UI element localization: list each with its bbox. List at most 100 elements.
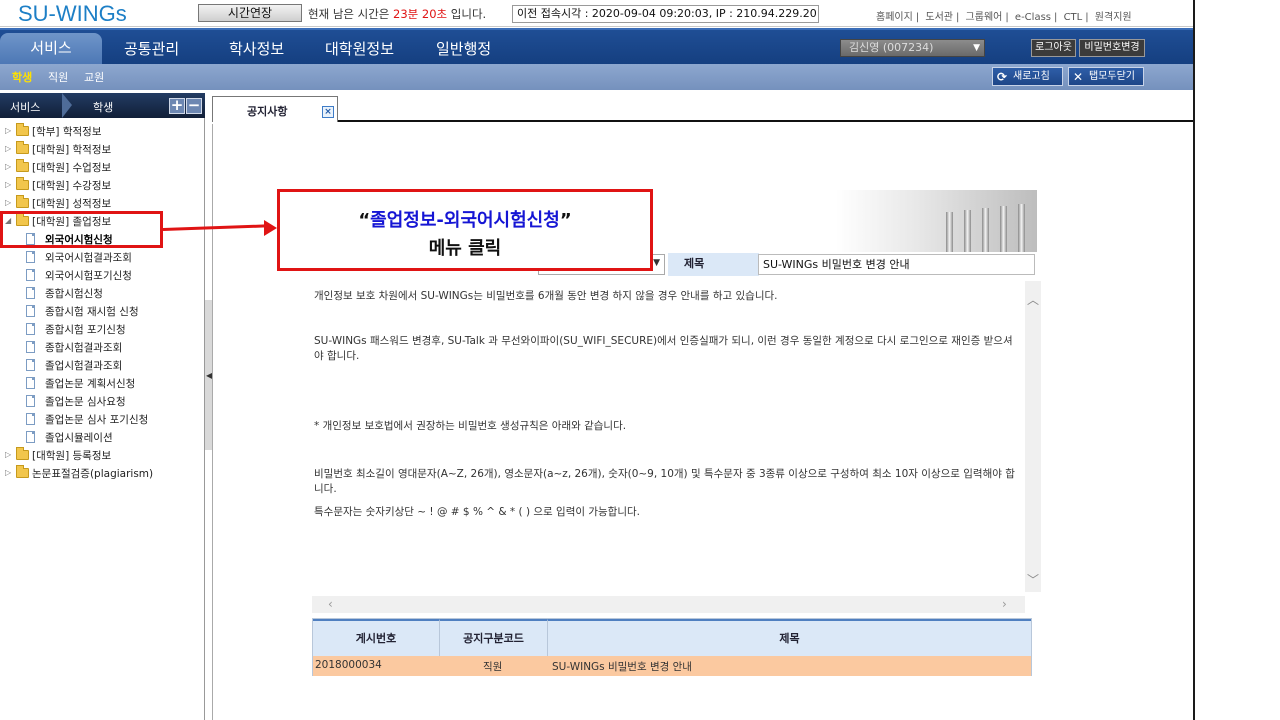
refresh-button[interactable]: ⟳ 새로고침 — [992, 67, 1063, 86]
last-login-info: 이전 접속시각 : 2020-09-04 09:20:03, IP : 210.… — [512, 5, 819, 23]
link-eclass[interactable]: e-Class — [1015, 12, 1051, 23]
breadcrumb-student: 학생 — [93, 101, 114, 114]
tab-strip: 공지사항 × — [212, 93, 1193, 122]
title-label: 제목 — [668, 253, 759, 276]
callout-highlight: 졸업정보-외국어시험신청 — [370, 210, 560, 231]
menu-item-label: 종합시험신청 — [45, 288, 103, 300]
scroll-up-icon[interactable]: ︿ — [1027, 291, 1039, 308]
sub-nav: 학생 직원 교원 ⟳ 새로고침 ✕ 탭모두닫기 — [0, 64, 1193, 90]
document-icon — [26, 269, 35, 281]
document-icon — [26, 359, 35, 371]
expand-arrow-icon[interactable]: ▷ — [5, 126, 11, 135]
top-links: 홈페이지 | 도서관 | 그룹웨어 | e-Class | CTL | 원격지원 — [876, 8, 1135, 23]
nav-tab-service[interactable]: 서비스 — [0, 33, 102, 66]
menu-item-label: 외국어시험포기신청 — [45, 270, 132, 282]
document-icon — [26, 431, 35, 443]
horizontal-scrollbar[interactable]: ‹ › — [312, 596, 1025, 613]
user-select[interactable]: 김신영 (007234) ▼ — [840, 39, 985, 57]
expand-arrow-icon[interactable]: ▷ — [5, 180, 11, 189]
scroll-down-icon[interactable]: ﹀ — [1027, 571, 1039, 588]
callout-line-1: “졸업정보-외국어시험신청” — [280, 206, 650, 232]
grid-header-title[interactable]: 제목 — [548, 619, 1031, 656]
callout-quote-close: ” — [559, 210, 572, 231]
nav-tab-admin[interactable]: 일반행정 — [436, 38, 491, 59]
menu-item-label: 졸업시뮬레이션 — [45, 432, 113, 444]
refresh-label: 새로고침 — [1013, 71, 1050, 82]
building-banner-image — [836, 190, 1037, 252]
notice-paragraph: SU-WINGs 패스워드 변경후, SU-Talk 과 무선와이파이(SU_W… — [314, 335, 1013, 362]
grid-cell-category: 직원 — [483, 661, 503, 673]
document-icon — [26, 323, 35, 335]
callout-line-2: 메뉴 클릭 — [428, 238, 502, 259]
tab-notice-label: 공지사항 — [247, 105, 288, 118]
notice-paragraph: 개인정보 보호 차원에서 SU-WINGs는 비밀번호를 6개월 동안 변경 하… — [314, 290, 778, 302]
link-homepage[interactable]: 홈페이지 — [876, 12, 913, 23]
link-ctl[interactable]: CTL — [1064, 12, 1083, 23]
vertical-scrollbar[interactable]: ︿ ﹀ — [1025, 281, 1041, 592]
scroll-left-icon[interactable]: ‹ — [328, 597, 333, 611]
refresh-icon: ⟳ — [997, 70, 1008, 84]
banner-column — [982, 208, 989, 252]
folder-icon — [16, 465, 29, 478]
notice-paragraph: * 개인정보 보호법에서 권장하는 비밀번호 생성규칙은 아래와 같습니다. — [314, 420, 627, 432]
remaining-suffix: 입니다. — [447, 7, 487, 21]
expand-arrow-icon[interactable]: ▷ — [5, 450, 11, 459]
link-divider: | — [1085, 12, 1089, 23]
folder-icon — [16, 141, 29, 154]
menu-item-label: 졸업논문 심사요청 — [45, 396, 126, 408]
nav-tab-common[interactable]: 공통관리 — [124, 38, 179, 59]
close-icon: ✕ — [1073, 70, 1084, 84]
link-divider: | — [1005, 12, 1009, 23]
link-divider: | — [1054, 12, 1058, 23]
menu-item-label: [대학원] 성적정보 — [32, 198, 112, 210]
folder-icon — [16, 123, 29, 136]
menu-item-label: [학부] 학적정보 — [32, 126, 102, 138]
menu-item-label: [대학원] 수업정보 — [32, 162, 112, 174]
close-all-tabs-button[interactable]: ✕ 탭모두닫기 — [1068, 67, 1144, 86]
expand-arrow-icon[interactable]: ▷ — [5, 198, 11, 207]
link-library[interactable]: 도서관 — [925, 12, 953, 23]
grid-header-id[interactable]: 게시번호 — [313, 619, 440, 656]
folder-icon — [16, 447, 29, 460]
subnav-faculty[interactable]: 교원 — [84, 69, 104, 85]
close-all-label: 탭모두닫기 — [1089, 71, 1135, 82]
link-divider: | — [955, 12, 960, 23]
collapse-all-button[interactable]: − — [186, 98, 202, 114]
expand-all-button[interactable]: + — [169, 98, 185, 114]
expand-arrow-icon[interactable]: ▷ — [5, 162, 11, 171]
link-remote-support[interactable]: 원격지원 — [1095, 12, 1132, 23]
document-icon — [26, 305, 35, 317]
subnav-student[interactable]: 학생 — [12, 69, 32, 85]
notice-body: 개인정보 보호 차원에서 SU-WINGs는 비밀번호를 6개월 동안 변경 하… — [312, 281, 1024, 577]
subnav-staff[interactable]: 직원 — [48, 69, 68, 85]
menu-item-label: 졸업시험결과조회 — [45, 360, 123, 372]
menu-item-label: 논문표절검증(plagiarism) — [32, 468, 154, 480]
nav-tab-graduate[interactable]: 대학원정보 — [325, 38, 394, 59]
title-field: SU-WINGs 비밀번호 변경 안내 — [758, 254, 1035, 275]
tab-close-icon[interactable]: × — [322, 106, 334, 118]
document-icon — [26, 377, 35, 389]
nav-tab-academic[interactable]: 학사정보 — [229, 38, 284, 59]
banner-column — [946, 212, 953, 252]
menu-item-label: [대학원] 학적정보 — [32, 144, 112, 156]
logout-button[interactable]: 로그아웃 — [1031, 39, 1076, 57]
menu-highlight-box — [0, 211, 163, 248]
menu-item-label: [대학원] 등록정보 — [32, 450, 112, 462]
expand-arrow-icon[interactable]: ▷ — [5, 144, 11, 153]
banner-column — [964, 210, 971, 252]
extend-time-button[interactable]: 시간연장 — [198, 4, 302, 22]
menu-item-label: 종합시험결과조회 — [45, 342, 123, 354]
expand-arrow-icon[interactable]: ▷ — [5, 468, 11, 477]
tab-notice[interactable]: 공지사항 × — [212, 96, 338, 122]
table-row[interactable]: 2018000034 직원 SU-WINGs 비밀번호 변경 안내 — [313, 656, 1031, 676]
app-window: SU-WINGs 시간연장 현재 남은 시간은 23분 20초 입니다. 이전 … — [0, 0, 1195, 720]
grid-header-category[interactable]: 공지구분코드 — [440, 619, 548, 656]
chevron-down-icon: ▼ — [653, 258, 660, 268]
scroll-right-icon[interactable]: › — [1002, 597, 1007, 611]
su-wings-logo[interactable]: SU-WINGs — [18, 1, 127, 27]
menu-item-label: 종합시험 재시험 신청 — [45, 306, 139, 318]
menu-item-label: 졸업논문 심사 포기신청 — [45, 414, 149, 426]
link-groupware[interactable]: 그룹웨어 — [966, 12, 1003, 23]
remaining-time-text: 현재 남은 시간은 23분 20초 입니다. — [308, 6, 486, 22]
password-change-button[interactable]: 비밀번호변경 — [1079, 39, 1145, 57]
